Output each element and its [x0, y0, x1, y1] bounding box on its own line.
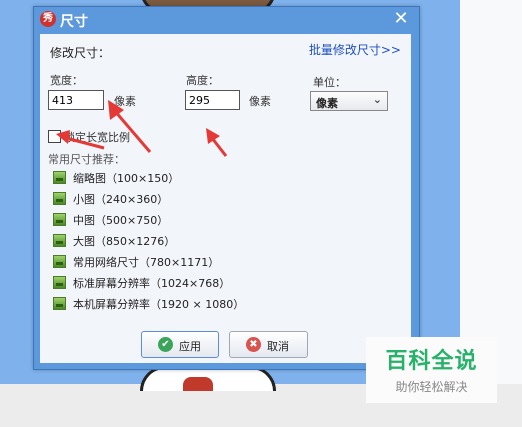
arrow-to-height-input — [206, 128, 228, 157]
watermark-title: 百科全说 — [385, 349, 478, 374]
arrow-to-checkbox — [56, 130, 105, 150]
watermark-subtitle: 助你轻松解决 — [395, 380, 468, 394]
arrow-to-width-input — [108, 100, 152, 153]
watermark: 百科全说 助你轻松解决 — [366, 337, 497, 403]
